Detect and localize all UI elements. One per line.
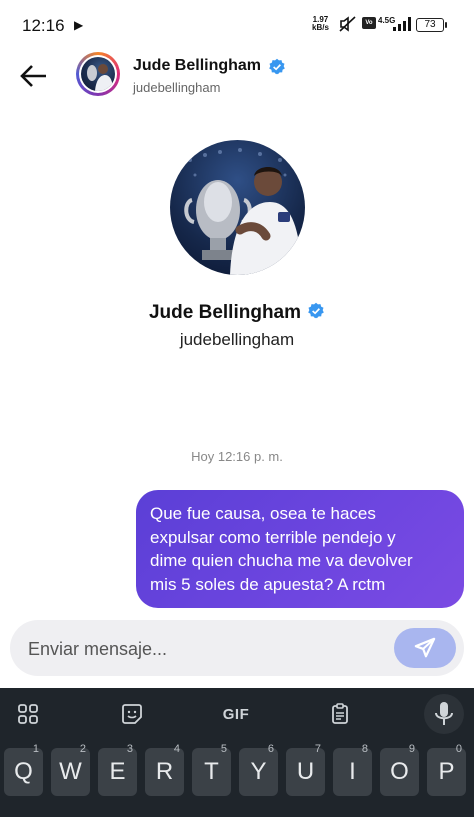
message-input[interactable]	[26, 620, 390, 678]
keyboard: GIF Q1 W2 E3 R4 T5 Y6 U7 I8 O9 P0	[0, 688, 474, 817]
battery-indicator: 73	[416, 18, 447, 32]
key-hint: 6	[267, 743, 274, 755]
sent-message-bubble[interactable]: Que fue causa, osea te haces expulsar co…	[136, 490, 464, 608]
net-speed-unit: kB/s	[312, 23, 329, 32]
profile-name-row: Jude Bellingham	[0, 300, 474, 326]
status-time: 12:16	[22, 16, 65, 35]
header-name[interactable]: Jude Bellingham	[133, 57, 261, 75]
key-label: T	[204, 758, 219, 785]
key-label: E	[109, 758, 126, 785]
profile-photo-image	[184, 148, 302, 275]
send-icon	[414, 637, 436, 658]
key-y[interactable]: Y6	[239, 743, 278, 796]
profile-photo[interactable]	[170, 140, 305, 275]
message-line: expulsar como terrible pendejo y	[150, 527, 396, 547]
key-i[interactable]: I8	[333, 743, 372, 796]
status-bar: 12:16 ▶ 1.97 kB/s Vo LTE 4.5G 73	[0, 0, 474, 44]
media-play-icon: ▶	[74, 18, 84, 32]
key-label: I	[349, 758, 356, 785]
key-q[interactable]: Q1	[4, 743, 43, 796]
clipboard-icon[interactable]	[322, 696, 358, 732]
avatar-photo	[81, 57, 115, 91]
chat-header: Jude Bellingham judebellingham	[0, 44, 474, 106]
message-line: dime quien chucha me va devolver	[150, 551, 413, 570]
key-label: P	[438, 758, 455, 785]
key-hint: 9	[408, 743, 415, 755]
key-o[interactable]: O9	[380, 743, 419, 796]
key-hint: 8	[361, 743, 368, 755]
key-hint: 0	[455, 743, 462, 755]
key-e[interactable]: E3	[98, 743, 137, 796]
message-line: mis 5 soles de apuesta? A rctm	[150, 574, 386, 594]
key-label: Q	[14, 758, 33, 785]
key-r[interactable]: R4	[145, 743, 184, 796]
verified-badge-icon	[268, 58, 286, 81]
key-hint: 3	[126, 743, 133, 755]
key-hint: 1	[32, 743, 39, 755]
message-line: Que fue causa, osea te haces	[150, 504, 376, 523]
keyboard-row-top: Q1 W2 E3 R4 T5 Y6 U7 I8 O9 P0	[4, 743, 470, 798]
key-hint: 4	[173, 743, 180, 755]
message-timestamp: Hoy 12:16 p. m.	[191, 449, 283, 464]
key-label: O	[390, 758, 409, 785]
key-label: R	[155, 758, 174, 785]
key-p[interactable]: P0	[427, 743, 466, 796]
key-hint: 7	[314, 743, 321, 755]
header-avatar[interactable]	[76, 52, 120, 96]
key-w[interactable]: W2	[51, 743, 90, 796]
key-label: W	[59, 758, 82, 785]
mic-button[interactable]	[424, 694, 464, 734]
volte-badge: Vo LTE	[362, 17, 376, 38]
apps-grid-icon[interactable]	[10, 696, 46, 732]
sticker-icon[interactable]	[114, 696, 150, 732]
verified-badge-icon	[307, 302, 325, 325]
back-button[interactable]	[16, 58, 52, 94]
key-label: U	[296, 758, 315, 785]
net-speed: 1.97 kB/s	[312, 16, 329, 32]
back-arrow-icon	[20, 65, 46, 87]
key-hint: 5	[220, 743, 227, 755]
message-composer	[10, 620, 464, 678]
key-hint: 2	[79, 743, 86, 755]
signal-icon	[392, 16, 412, 37]
profile-handle: judebellingham	[179, 330, 295, 349]
mute-icon	[338, 15, 358, 38]
keyboard-toolbar: GIF	[0, 688, 474, 740]
key-t[interactable]: T5	[192, 743, 231, 796]
gif-button[interactable]: GIF	[218, 696, 254, 732]
profile-name: Jude Bellingham	[148, 302, 302, 323]
gif-label: GIF	[222, 705, 250, 723]
header-handle: judebellingham	[133, 80, 221, 95]
key-u[interactable]: U7	[286, 743, 325, 796]
microphone-icon	[435, 702, 453, 725]
send-button[interactable]	[394, 628, 456, 668]
key-label: Y	[250, 758, 267, 785]
